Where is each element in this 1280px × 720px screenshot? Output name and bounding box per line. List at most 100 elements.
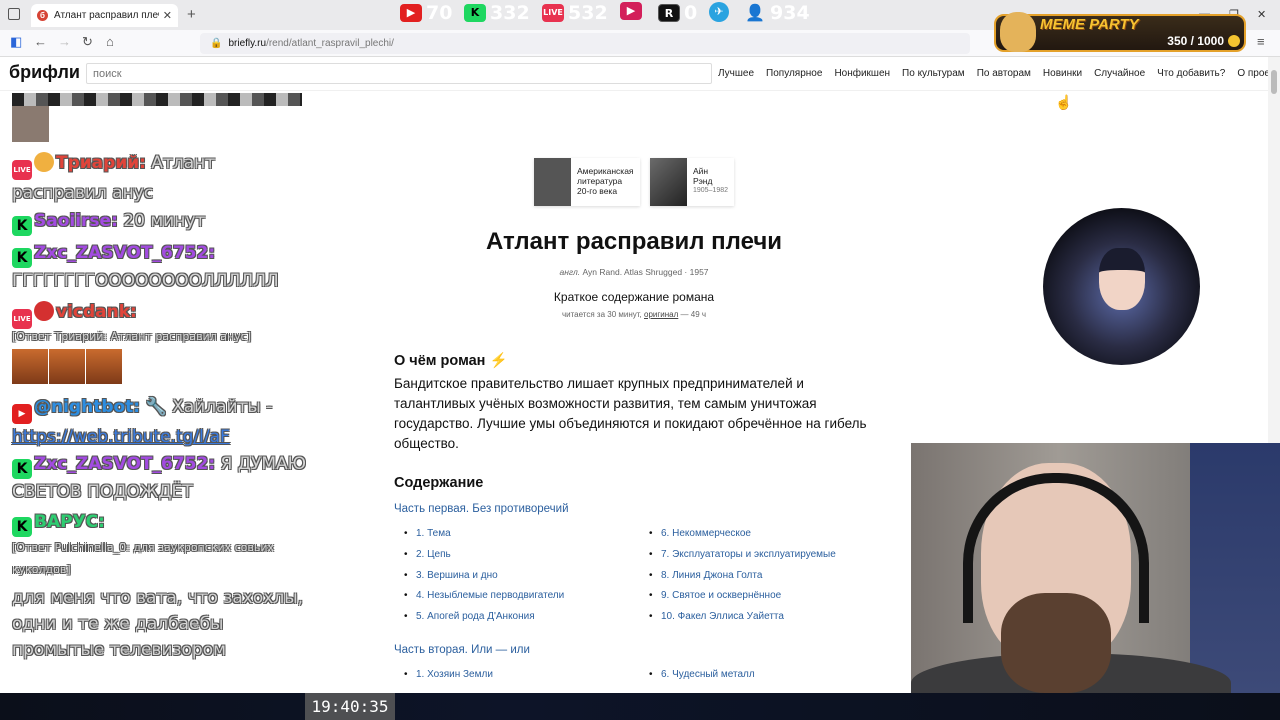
menu-item-nonfiction[interactable]: Нонфикшен	[834, 68, 890, 79]
site-header: брифли Лучшее Популярное Нонфикшен По ку…	[0, 57, 1280, 91]
kick-icon: K	[464, 4, 486, 22]
chat-text: для меня что вата, что захохлы, одни и т…	[12, 588, 304, 660]
menu-item-popular[interactable]: Популярное	[766, 68, 822, 79]
toc-item[interactable]: 4. Незыблемые перводвигатели	[404, 590, 564, 611]
lock-icon: 🔒	[210, 38, 223, 49]
chat-message: K Saoiirse: 20 минут	[12, 208, 307, 236]
author-label: Айн Рэнд 1905–1982	[687, 158, 734, 206]
reload-button[interactable]: ↻	[82, 34, 93, 50]
toc-item[interactable]: 3. Вершина и дно	[404, 570, 564, 591]
menu-item-random[interactable]: Случайное	[1094, 68, 1145, 79]
meme-party-count: 350 / 1000	[1167, 34, 1224, 48]
kick-badge-icon: K	[12, 517, 32, 537]
about-heading: О чём роман ⚡	[394, 353, 508, 369]
emote-icon	[34, 301, 54, 321]
emote-icon	[86, 349, 122, 384]
webcam-background	[1190, 443, 1280, 693]
chat-message: K Zxc_ZASVOT_6752: Я ДУМАЮ СВЕТОВ ПОДОЖДЁ…	[12, 451, 307, 505]
address-bar[interactable]: 🔒 briefly.ru/rend/atlant_raspravil_plech…	[200, 33, 970, 54]
site-logo[interactable]: брифли	[9, 62, 80, 83]
forward-button[interactable]: →	[58, 34, 71, 49]
extensions-icon[interactable]: ◧	[10, 34, 22, 50]
category-card[interactable]: Американская литература 20-го века	[534, 158, 640, 206]
kick-count: 332	[490, 2, 530, 24]
viewers-icon: 👤	[745, 3, 765, 22]
toc-item[interactable]: 6. Чудесный металл	[649, 669, 755, 690]
toc-item[interactable]: 8. Линия Джона Голта	[649, 570, 836, 591]
live-icon: LIVE	[542, 4, 564, 22]
url-path: /rend/atlant_raspravil_plechi/	[266, 38, 394, 49]
live-badge-icon: LIVE	[12, 160, 32, 180]
author-name-line: Рэнд	[692, 176, 713, 186]
emote-icon	[34, 152, 54, 172]
category-line: Американская	[577, 166, 634, 176]
sidebar-toggle-icon[interactable]	[8, 8, 20, 20]
menu-item-by-culture[interactable]: По культурам	[902, 68, 965, 79]
toc-item[interactable]: 5. Апогей рода Д'Анкония	[404, 611, 564, 632]
original-link[interactable]: оригинал	[644, 310, 678, 319]
toc-item[interactable]: 1. Тема	[404, 528, 564, 549]
original-title: Ayn Rand. Atlas Shrugged · 1957	[582, 267, 709, 277]
toc-item[interactable]: 9. Святое и осквернённое	[649, 590, 836, 611]
read-time-suffix: — 49 ч	[680, 310, 707, 319]
part-two-link[interactable]: Часть вторая. Или — или	[394, 644, 530, 656]
live-stat: LIVE 532	[542, 2, 608, 24]
kick-badge-icon: K	[12, 216, 32, 236]
menu-item-best[interactable]: Лучшее	[718, 68, 754, 79]
about-text: Бандитское правительство лишает крупных …	[394, 376, 867, 451]
chat-reply: [Ответ Триарий: Атлант расправил анус]	[12, 330, 252, 343]
viewers-count: 934	[770, 2, 810, 24]
toc-item[interactable]: 10. Факел Эллиса Уайетта	[649, 611, 836, 632]
part-one-link[interactable]: Часть первая. Без противоречий	[394, 503, 569, 515]
toc-part2-left: 1. Хозяин Земли	[404, 669, 493, 690]
youtube-icon: ▶	[400, 4, 422, 22]
site-favicon-icon: б	[37, 10, 48, 21]
home-button[interactable]: ⌂	[106, 34, 114, 49]
back-button[interactable]: ←	[34, 34, 47, 49]
coin-icon	[1228, 35, 1240, 47]
toc-part2-right: 6. Чудесный металл	[649, 669, 755, 690]
emote-icon	[12, 349, 48, 384]
menu-item-new[interactable]: Новинки	[1043, 68, 1082, 79]
rutube-count: 0	[684, 2, 698, 24]
tab-close-icon[interactable]: ✕	[163, 9, 172, 22]
contents-heading: Содержание	[394, 475, 484, 491]
toc-item[interactable]: 6. Некоммерческое	[649, 528, 836, 549]
read-time: читается за 30 минут, оригинал — 49 ч	[390, 310, 878, 319]
stream-status-bar	[0, 693, 1280, 720]
scrollbar-thumb[interactable]	[1271, 70, 1277, 94]
author-card[interactable]: Айн Рэнд 1905–1982	[650, 158, 734, 206]
close-window-button[interactable]: ✕	[1257, 8, 1266, 21]
emote-strip	[12, 93, 302, 106]
category-line: 20-го века	[577, 186, 618, 196]
menu-item-suggest[interactable]: Что добавить?	[1157, 68, 1225, 79]
telegram-stat: ✈	[709, 2, 729, 22]
chat-nick: Триарий:	[56, 153, 146, 173]
toc-item[interactable]: 7. Эксплуататоры и эксплуатируемые	[649, 549, 836, 570]
chat-link[interactable]: https://web.tribute.tg/l/aF	[12, 427, 230, 447]
site-menu: Лучшее Популярное Нонфикшен По культурам…	[718, 68, 1280, 79]
chat-reply: [Ответ Pulchinella_0: для заукропских со…	[12, 541, 274, 576]
search-input[interactable]	[86, 63, 712, 84]
chat-message: K ВАРУС:	[12, 509, 307, 537]
chat-nick: @nightbot:	[34, 397, 141, 417]
new-tab-button[interactable]: +	[187, 6, 196, 23]
youtube-count: 70	[426, 2, 453, 24]
live-count: 532	[568, 2, 608, 24]
category-label: Американская литература 20-го века	[571, 158, 640, 206]
play-icon: ▶	[620, 2, 642, 20]
article-subtitle: Краткое содержание романа	[553, 290, 715, 304]
rutube-stat: R0	[658, 2, 697, 24]
stream-clock: 19:40:35	[305, 693, 395, 720]
chat-nick: ВАРУС:	[34, 512, 105, 532]
meme-party-title: MEME PARTY	[1040, 16, 1139, 33]
page-title: Атлант расправил плечи	[485, 228, 783, 255]
app-menu-button[interactable]: ≡	[1257, 34, 1265, 49]
toc-item[interactable]: 2. Цепь	[404, 549, 564, 570]
browser-tab[interactable]: б Атлант расправил плечи · Кра ✕	[31, 4, 178, 27]
url-host: briefly.ru	[228, 38, 267, 49]
menu-item-by-author[interactable]: По авторам	[977, 68, 1031, 79]
toc-item[interactable]: 1. Хозяин Земли	[404, 669, 493, 690]
anime-face-image	[1099, 248, 1145, 310]
streamer-avatar	[1043, 208, 1200, 365]
